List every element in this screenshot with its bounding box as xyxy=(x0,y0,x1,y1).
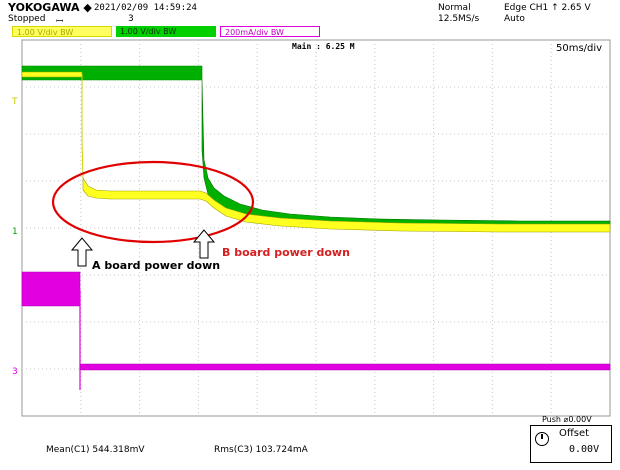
annotation-a-board: A board power down xyxy=(92,259,221,272)
waveform-display: T 1 3 xyxy=(11,39,611,417)
offset-panel[interactable]: Offset 0.00V xyxy=(530,425,612,463)
ch1-ground-marker: 1 xyxy=(12,227,18,237)
ch3-baseline xyxy=(79,363,611,371)
trigger-level-marker: T xyxy=(11,97,18,107)
ch3-waveform xyxy=(21,271,81,307)
offset-title: Offset xyxy=(559,428,590,439)
measurement-mean: Mean(C1) 544.318mV xyxy=(46,445,145,455)
ch1-drop xyxy=(81,74,84,179)
push-label: Push xyxy=(542,415,561,424)
main-record-label: Main : 6.25 M xyxy=(292,42,355,51)
measurement-rms: Rms(C3) 103.724mA xyxy=(214,445,308,455)
ch2-decay xyxy=(201,79,611,230)
annotation-b-board: B board power down xyxy=(222,246,350,259)
push-value: 0.00V xyxy=(568,415,592,424)
timebase-per-div: 50ms/div xyxy=(556,43,603,54)
ch1-plateau xyxy=(82,176,611,233)
offset-value[interactable]: 0.00V xyxy=(569,444,599,455)
knob-icon[interactable] xyxy=(535,432,549,446)
push-hint: Push ⌀0.00V xyxy=(542,415,592,424)
arrow-up-icon-a xyxy=(70,237,94,267)
ch1-waveform xyxy=(21,71,83,78)
ch3-ground-marker: 3 xyxy=(12,367,18,377)
